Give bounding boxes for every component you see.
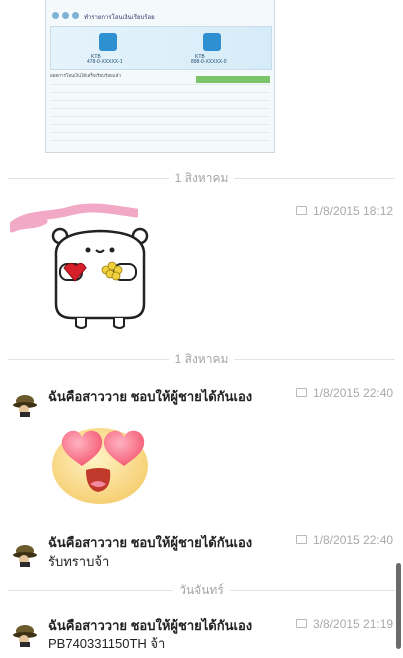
receipt-row (50, 84, 270, 92)
receipt-header: ทำรายการโอนเงินเรียบร้อย (84, 15, 155, 21)
receipt-highlight (196, 76, 270, 83)
heart-eyes-emoji[interactable] (48, 418, 152, 504)
message-text[interactable]: รับทราบจ้า (48, 551, 109, 572)
message-timestamp: 1/8/2015 22:40 (296, 533, 393, 547)
message-timestamp: 3/8/2015 21:19 (296, 617, 393, 631)
window-dot-icon (52, 12, 59, 19)
bank-logo-icon (203, 33, 221, 51)
scrollbar-thumb[interactable] (396, 563, 401, 649)
receipt-account-from: 478-0-XXXXX-1 (87, 59, 123, 65)
receipt-row (50, 92, 270, 100)
receipt-row (50, 108, 270, 116)
receipt-account-cards: KTB KTB 478-0-XXXXX-1 898-0-XXXXX-0 (50, 26, 272, 70)
window-dot-icon (62, 12, 69, 19)
chat-bubble-icon (296, 535, 307, 544)
date-separator-label: 1 สิงหาคม (168, 171, 235, 185)
hat-avatar-icon[interactable] (10, 618, 40, 648)
receipt-note: ยอดการโอนเงินได้เสร็จเรียบร้อยแล้ว (50, 73, 121, 78)
date-separator-label: 1 สิงหาคม (168, 352, 235, 366)
chat-bubble-icon (296, 619, 307, 628)
receipt-row (50, 100, 270, 108)
sender-name: ฉันคือสาววาย ชอบให้ผู้ชายได้กันเอง (48, 389, 253, 404)
date-separator: 1 สิงหาคม (8, 351, 395, 367)
message-timestamp: 1/8/2015 22:40 (296, 386, 393, 400)
receipt-row (50, 140, 270, 148)
date-separator: วันจันทร์ (8, 582, 395, 598)
sender-name: ฉันคือสาววาย ชอบให้ผู้ชายได้กันเอง (48, 535, 253, 550)
chat-bubble-icon (296, 206, 307, 215)
message-timestamp: 1/8/2015 18:12 (296, 204, 393, 218)
chat-bubble-icon (296, 388, 307, 397)
hat-avatar-icon[interactable] (10, 538, 40, 568)
bank-logo-icon (99, 33, 117, 51)
date-separator: 1 สิงหาคม (8, 170, 395, 186)
receipt-account-to: 898-0-XXXXX-0 (191, 59, 227, 65)
shared-image-receipt[interactable]: ทำรายการโอนเงินเรียบร้อย KTB KTB 478-0-X… (45, 0, 275, 153)
hat-avatar-icon[interactable] (10, 388, 40, 418)
receipt-row (50, 116, 270, 124)
receipt-row (50, 132, 270, 140)
receipt-row (50, 124, 270, 132)
message-text[interactable]: PB740331150TH จ้า (48, 633, 165, 654)
window-dot-icon (72, 12, 79, 19)
date-separator-label: วันจันทร์ (173, 583, 230, 597)
bear-sticker[interactable] (50, 226, 150, 330)
